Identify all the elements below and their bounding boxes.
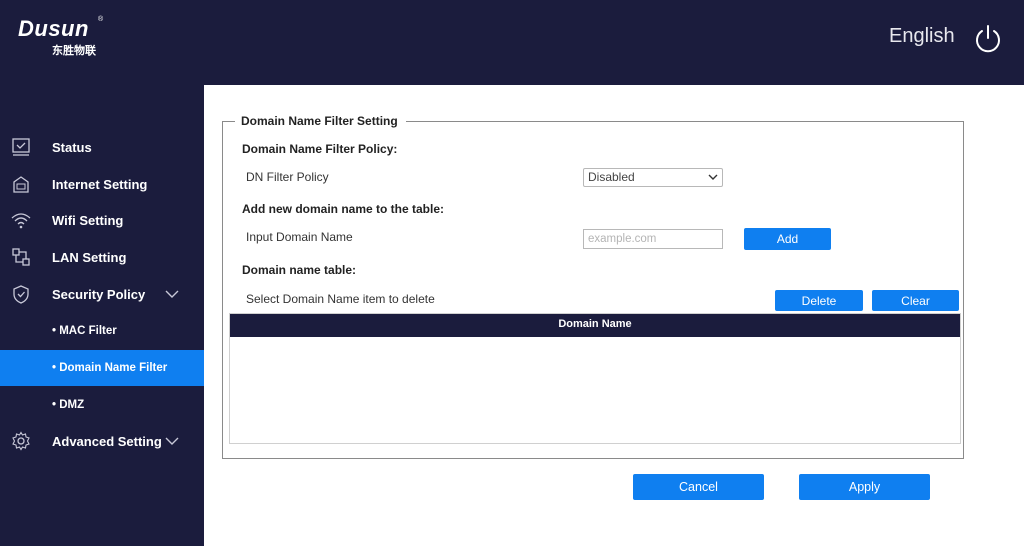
sidebar-item-wifi-setting[interactable]: Wifi Setting bbox=[0, 202, 204, 238]
table-header-domain-name: Domain Name bbox=[230, 314, 960, 337]
sidebar-subitem-label: • Domain Name Filter bbox=[52, 362, 168, 374]
top-bar: Dusun ® 东胜物联 English bbox=[0, 0, 1024, 85]
sidebar-item-security-policy[interactable]: Security Policy bbox=[0, 276, 204, 312]
sidebar-item-label: Advanced Setting bbox=[52, 433, 162, 449]
sidebar-subitem-label: • MAC Filter bbox=[52, 325, 117, 337]
sidebar-item-status[interactable]: Status bbox=[0, 129, 204, 165]
internet-icon bbox=[13, 176, 29, 193]
chevron-down-icon bbox=[708, 174, 718, 180]
power-icon[interactable] bbox=[972, 23, 1004, 55]
policy-heading: Domain Name Filter Policy: bbox=[242, 142, 398, 156]
sidebar-item-advanced-setting[interactable]: Advanced Setting bbox=[0, 423, 204, 459]
logo-subtext: 东胜物联 bbox=[52, 45, 96, 57]
sidebar-subitem-mac-filter[interactable]: • MAC Filter bbox=[0, 313, 204, 349]
sidebar-subitem-dmz[interactable]: • DMZ bbox=[0, 387, 204, 423]
add-button[interactable]: Add bbox=[744, 228, 831, 250]
delete-hint: Select Domain Name item to delete bbox=[246, 292, 435, 306]
sidebar-item-label: LAN Setting bbox=[52, 249, 127, 265]
chevron-down-icon[interactable] bbox=[164, 289, 180, 299]
shield-icon bbox=[13, 285, 29, 304]
sidebar-item-label: Status bbox=[52, 139, 92, 155]
policy-select[interactable]: Disabled bbox=[583, 168, 723, 187]
sidebar-subitem-label: • DMZ bbox=[52, 399, 85, 411]
apply-button[interactable]: Apply bbox=[799, 474, 930, 500]
domain-name-table: Domain Name bbox=[229, 313, 961, 444]
chevron-down-icon[interactable] bbox=[164, 436, 180, 446]
wifi-icon bbox=[11, 213, 31, 229]
policy-label: DN Filter Policy bbox=[246, 170, 329, 184]
table-heading: Domain name table: bbox=[242, 263, 357, 277]
gear-icon bbox=[12, 431, 30, 451]
delete-button[interactable]: Delete bbox=[775, 290, 863, 311]
logo: Dusun ® 东胜物联 bbox=[18, 16, 103, 57]
sidebar-subitem-domain-name-filter[interactable]: • Domain Name Filter bbox=[0, 350, 204, 386]
sidebar-item-lan-setting[interactable]: LAN Setting bbox=[0, 239, 204, 275]
sidebar-item-label: Wifi Setting bbox=[52, 212, 124, 228]
logo-text: Dusun bbox=[18, 16, 89, 41]
sidebar: Status Internet Setting Wifi Setting LAN… bbox=[0, 85, 204, 546]
language-selector[interactable]: English bbox=[889, 25, 955, 48]
logo-registered-mark: ® bbox=[98, 16, 104, 23]
domain-name-input[interactable] bbox=[583, 229, 723, 249]
sidebar-item-internet-setting[interactable]: Internet Setting bbox=[0, 166, 204, 202]
add-heading: Add new domain name to the table: bbox=[242, 202, 445, 216]
policy-select-value: Disabled bbox=[588, 170, 635, 184]
lan-icon bbox=[12, 248, 30, 266]
status-icon bbox=[12, 138, 30, 156]
input-domain-label: Input Domain Name bbox=[246, 230, 353, 244]
cancel-button[interactable]: Cancel bbox=[633, 474, 764, 500]
clear-button[interactable]: Clear bbox=[872, 290, 959, 311]
fieldset-legend: Domain Name Filter Setting bbox=[235, 114, 406, 128]
sidebar-item-label: Internet Setting bbox=[52, 176, 148, 192]
sidebar-item-label: Security Policy bbox=[52, 286, 146, 302]
